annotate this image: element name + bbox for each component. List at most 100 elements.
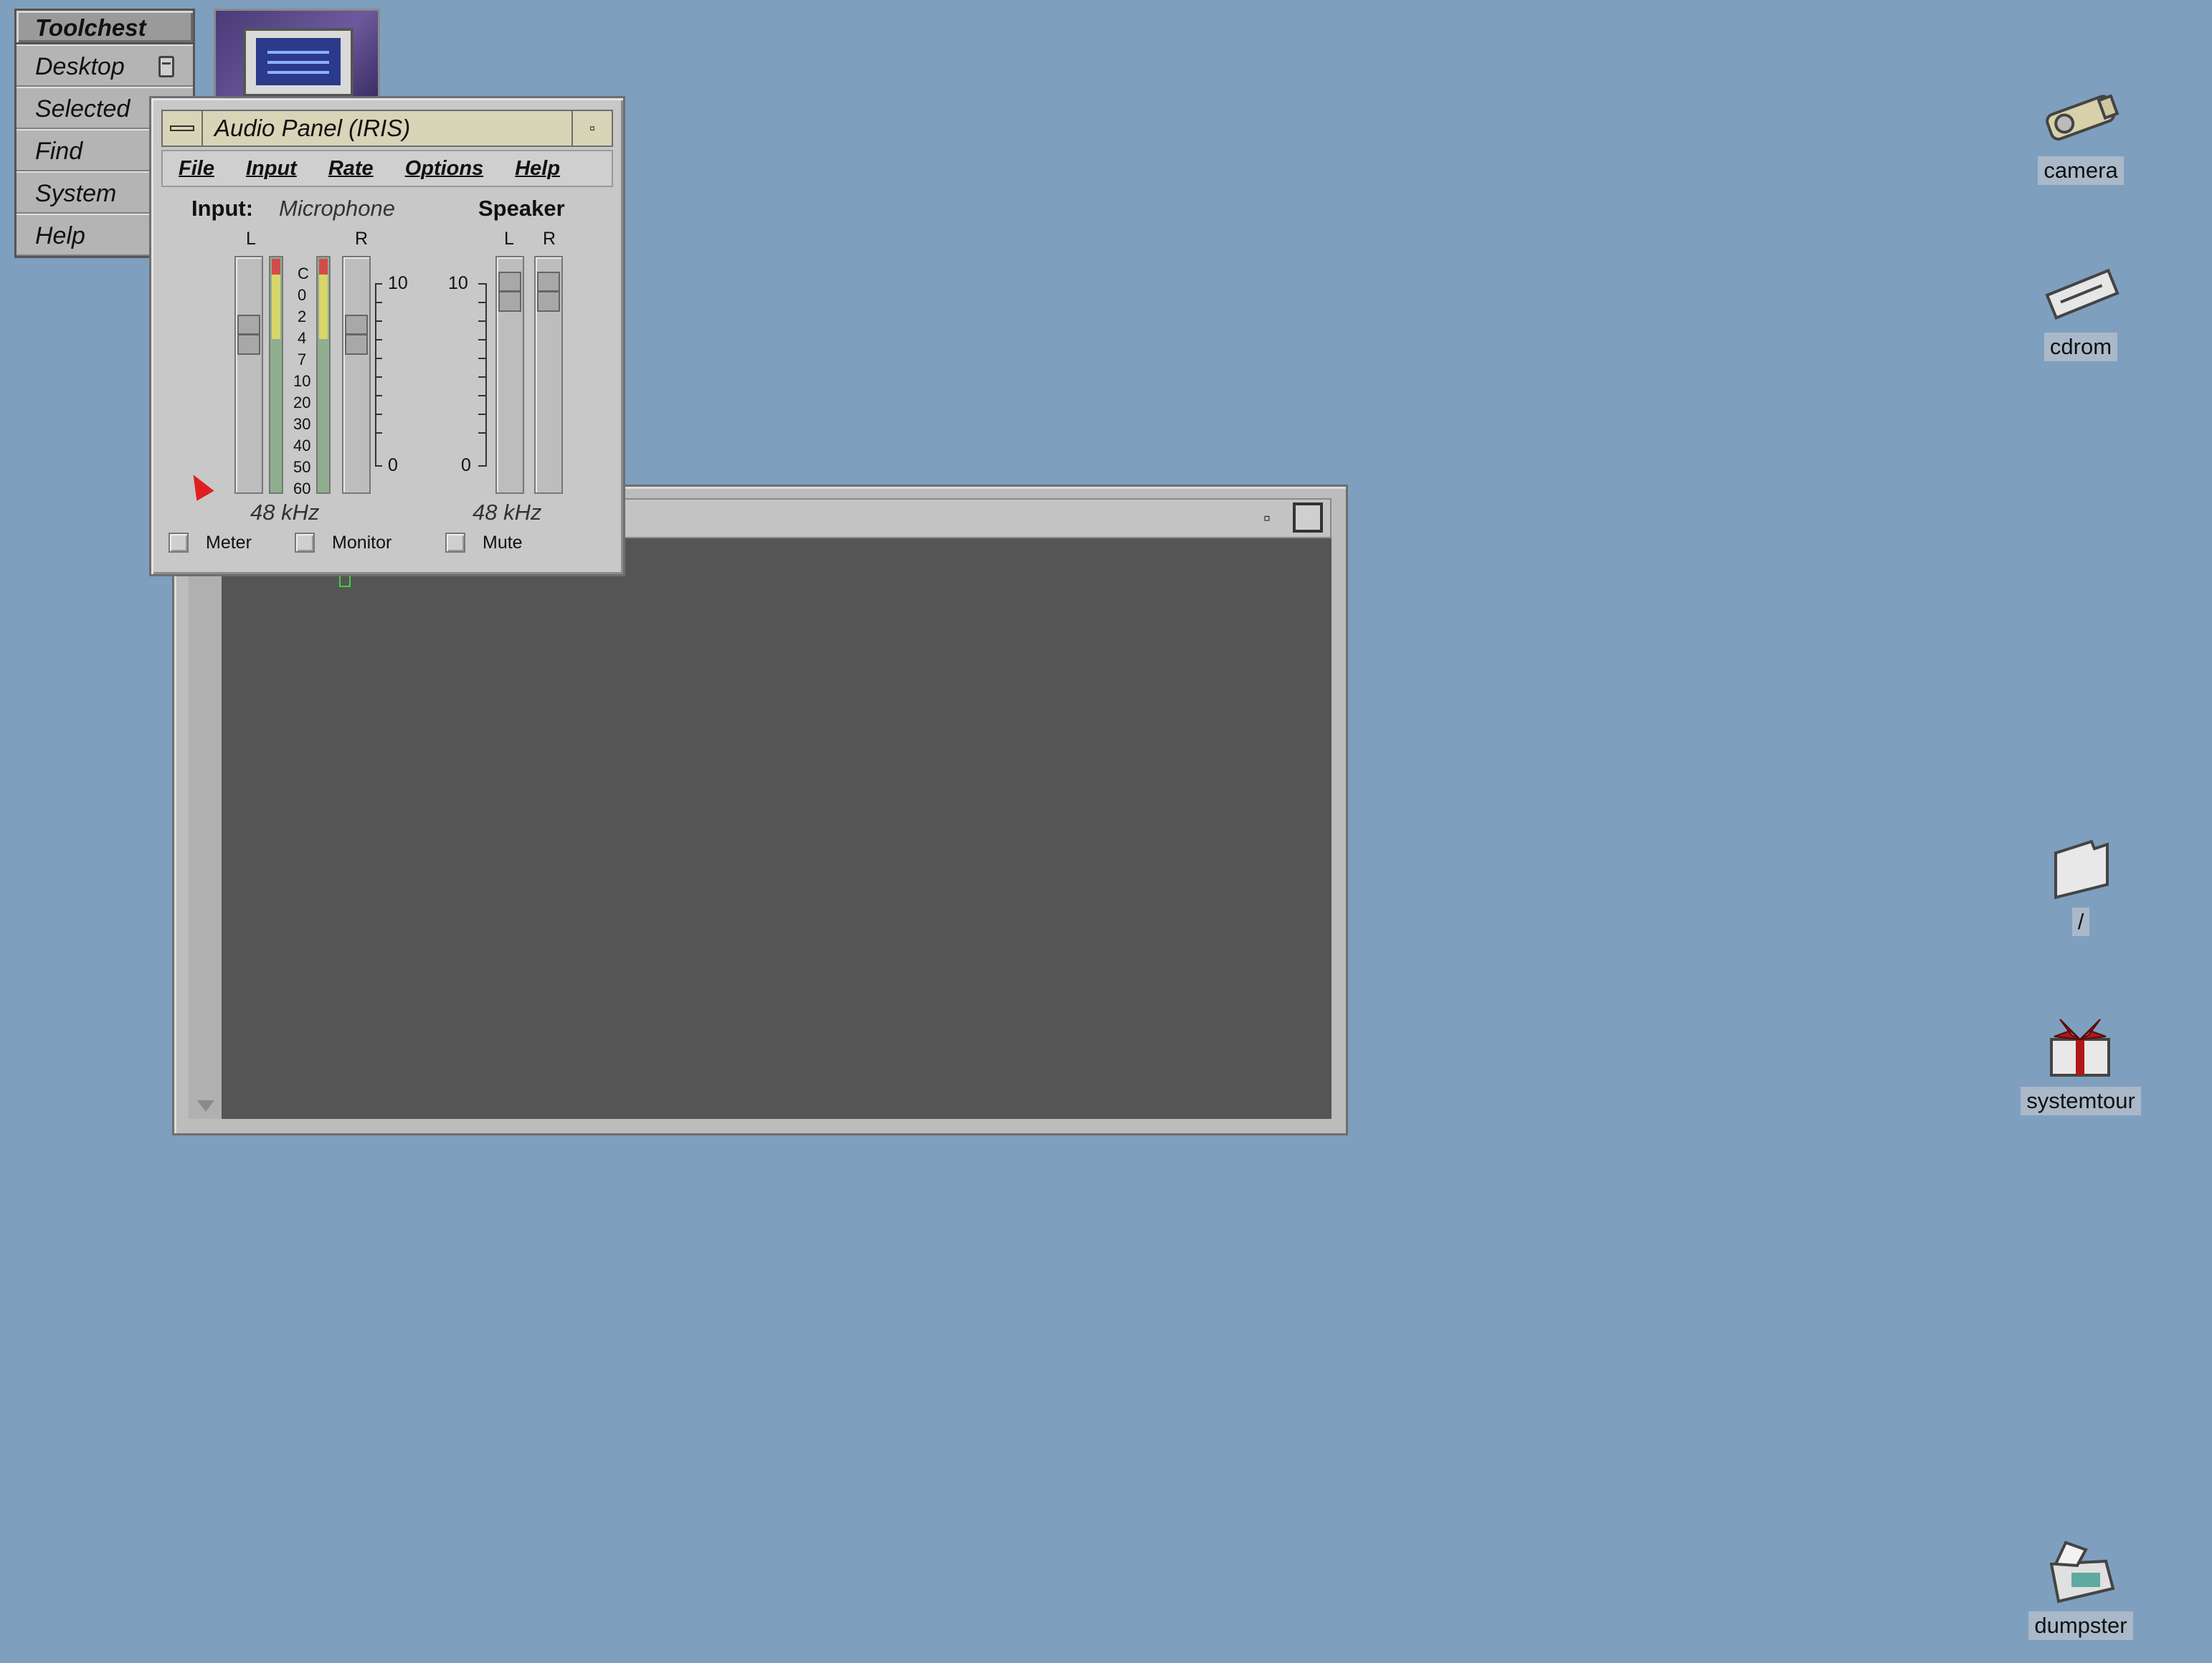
- scale-dash: [375, 283, 382, 285]
- meter-mid: [319, 275, 328, 339]
- mute-checkbox[interactable]: [445, 533, 465, 553]
- meter-peak: [319, 259, 328, 275]
- input-left-slider[interactable]: [234, 256, 263, 494]
- scale-dash: [478, 358, 485, 359]
- audio-panel-content: Input: Microphone Speaker L R L R C 0 2 …: [161, 190, 613, 564]
- meter-checkbox-label: Meter: [206, 533, 252, 553]
- scale-dash: [375, 432, 382, 434]
- input-scale-bottom: 0: [388, 455, 398, 475]
- meter-tick: 2: [298, 308, 307, 325]
- desktop-submenu-icon: [158, 56, 174, 77]
- monitor-checkbox-label: Monitor: [332, 533, 392, 553]
- input-gain-scale: [375, 283, 376, 467]
- speaker-scale: [485, 283, 487, 467]
- gift-icon: [2034, 1011, 2127, 1082]
- meter-tick: 0: [298, 286, 307, 304]
- audio-panel-titlebar[interactable]: Audio Panel (IRIS) ▫: [161, 110, 613, 147]
- scale-dash: [375, 395, 382, 396]
- window-menu-icon[interactable]: [163, 111, 203, 146]
- slider-knob[interactable]: [237, 315, 260, 355]
- input-right-meter: [316, 256, 331, 494]
- desktop-icon-label: systemtour: [2021, 1087, 2141, 1115]
- meter-tick: 40: [293, 437, 311, 454]
- scale-dash: [375, 302, 382, 303]
- meter-tick: C: [298, 265, 309, 282]
- scrollbar[interactable]: [189, 538, 223, 1119]
- menu-file[interactable]: File: [163, 151, 230, 186]
- slider-knob[interactable]: [537, 272, 560, 312]
- toolchest-title[interactable]: Toolchest: [14, 9, 195, 44]
- desktop-icon-label: /: [2071, 907, 2090, 936]
- speaker-scale-top: 10: [448, 273, 468, 293]
- dumpster-icon: [2034, 1535, 2127, 1607]
- desktop-icon-root[interactable]: /: [2002, 832, 2160, 936]
- scale-dash: [478, 320, 485, 322]
- minimize-icon[interactable]: ▫: [571, 111, 612, 146]
- meter-tick: 20: [293, 394, 311, 411]
- shell-window[interactable]: ▫: [172, 485, 1348, 1135]
- speaker-scale-bottom: 0: [461, 455, 471, 475]
- input-source[interactable]: Microphone: [279, 196, 395, 221]
- window-title: Audio Panel (IRIS): [214, 115, 411, 141]
- slider-knob[interactable]: [345, 315, 368, 355]
- maximize-icon[interactable]: [1293, 502, 1323, 533]
- mute-checkbox-label: Mute: [483, 533, 523, 553]
- terminal-area[interactable]: [222, 538, 1332, 1119]
- scale-dash: [478, 395, 485, 396]
- speaker-label: Speaker: [478, 196, 565, 221]
- scale-dash: [375, 358, 382, 359]
- meter-tick: 50: [293, 458, 311, 476]
- speaker-left-label: L: [504, 229, 514, 249]
- menu-help[interactable]: Help: [499, 151, 576, 186]
- monitor-icon[interactable]: [214, 9, 380, 102]
- camera-icon: [2034, 80, 2127, 152]
- input-left-label: L: [246, 229, 256, 249]
- scale-dash: [478, 414, 485, 415]
- input-right-slider[interactable]: [342, 256, 371, 494]
- desktop-icon-systemtour[interactable]: systemtour: [2002, 1011, 2160, 1115]
- scale-dash: [478, 339, 485, 340]
- input-label: Input:: [191, 196, 254, 221]
- scale-dash: [375, 414, 382, 415]
- scale-dash: [375, 320, 382, 322]
- monitor-checkbox[interactable]: [295, 533, 315, 553]
- meter-tick: 7: [298, 351, 307, 368]
- audio-panel-menubar: File Input Rate Options Help: [161, 150, 613, 187]
- toolchest-item-label: Help: [35, 222, 85, 249]
- scale-dash: [375, 376, 382, 378]
- scale-dash: [375, 465, 382, 467]
- speaker-right-slider[interactable]: [534, 256, 563, 494]
- desktop-icon-dumpster[interactable]: dumpster: [2002, 1535, 2160, 1640]
- meter-tick: 30: [293, 415, 311, 433]
- menu-input[interactable]: Input: [230, 151, 313, 186]
- meter-peak: [272, 259, 280, 275]
- toolchest-item-label: Selected: [35, 95, 130, 123]
- audio-panel-window: Audio Panel (IRIS) ▫ File Input Rate Opt…: [149, 96, 625, 576]
- toolchest-item-desktop[interactable]: Desktop: [16, 44, 193, 87]
- menu-options[interactable]: Options: [389, 151, 500, 186]
- speaker-right-label: R: [543, 229, 556, 249]
- input-scale-top: 10: [388, 273, 408, 293]
- output-rate: 48 kHz: [473, 500, 542, 525]
- toolchest-item-label: System: [35, 180, 117, 207]
- scale-dash: [478, 465, 485, 467]
- scale-dash: [478, 302, 485, 303]
- menu-rate[interactable]: Rate: [313, 151, 389, 186]
- slider-knob[interactable]: [498, 272, 521, 312]
- toolchest-item-label: Desktop: [35, 53, 125, 80]
- cdrom-icon: [2034, 257, 2127, 328]
- desktop-icon-camera[interactable]: camera: [2002, 80, 2160, 185]
- desktop-icon-label: camera: [2038, 156, 2124, 185]
- meter-tick: 10: [293, 372, 311, 390]
- minimize-icon[interactable]: ▫: [1253, 504, 1281, 533]
- desktop-icon-label: dumpster: [2028, 1611, 2133, 1640]
- input-rate: 48 kHz: [250, 500, 320, 525]
- desktop-icon-label: cdrom: [2044, 333, 2118, 361]
- desktop-icon-cdrom[interactable]: cdrom: [2002, 257, 2160, 361]
- speaker-left-slider[interactable]: [495, 256, 524, 494]
- scroll-down-icon[interactable]: [197, 1100, 214, 1112]
- meter-checkbox[interactable]: [168, 533, 189, 553]
- input-left-meter: [269, 256, 283, 494]
- scale-dash: [478, 283, 485, 285]
- folder-icon: [2034, 832, 2127, 903]
